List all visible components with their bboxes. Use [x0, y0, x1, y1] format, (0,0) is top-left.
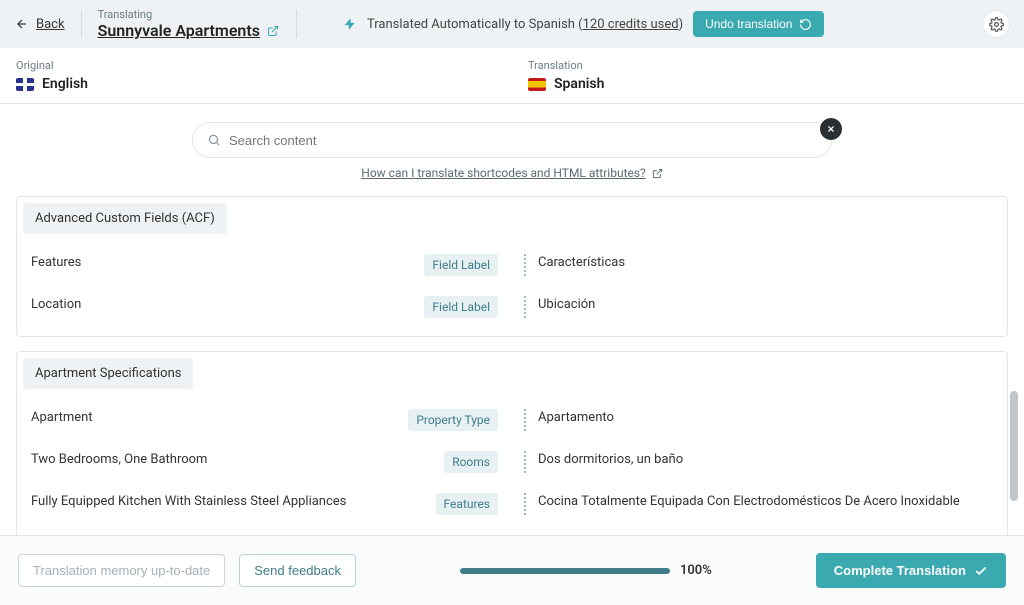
search-icon — [207, 133, 221, 147]
credits-used-link[interactable]: 120 credits used — [583, 17, 679, 32]
complete-translation-label: Complete Translation — [834, 563, 966, 578]
auto-translate-block: Translated Automatically to Spanish (120… — [343, 11, 825, 37]
search-field[interactable] — [192, 122, 832, 158]
divider — [296, 10, 297, 38]
column-divider — [524, 493, 526, 515]
target-text[interactable]: Cocina Totalmente Equipada Con Electrodo… — [538, 493, 993, 511]
translation-memory-label: Translation memory up-to-date — [33, 563, 210, 578]
field-tag: Rooms — [444, 451, 498, 473]
translation-row[interactable]: Apartment Property Type Apartamento — [17, 399, 1007, 441]
undo-label: Undo translation — [705, 17, 792, 31]
auto-translate-text: Translated Automatically to Spanish (120… — [367, 17, 683, 32]
translation-label: Translation — [528, 59, 1008, 72]
help-link[interactable]: How can I translate shortcodes and HTML … — [361, 166, 662, 180]
undo-translation-button[interactable]: Undo translation — [693, 11, 824, 37]
complete-translation-button[interactable]: Complete Translation — [816, 553, 1006, 588]
translating-label: Translating — [98, 8, 280, 21]
gear-icon — [989, 17, 1004, 32]
progress-wrap: 100% — [370, 563, 802, 578]
scrollbar[interactable] — [1008, 202, 1018, 517]
translation-row[interactable]: Features Field Label Características — [17, 244, 1007, 286]
original-language-name: English — [42, 76, 88, 92]
back-link[interactable]: Back — [14, 16, 65, 32]
progress-label: 100% — [680, 563, 712, 578]
field-group: Advanced Custom Fields (ACF) Features Fi… — [16, 196, 1008, 337]
check-icon — [974, 564, 988, 578]
translation-row[interactable]: Located in a vibrant neighborhood, this … — [17, 525, 1007, 535]
source-text: Fully Equipped Kitchen With Stainless St… — [31, 493, 426, 511]
divider — [81, 10, 82, 38]
auto-text-suffix: ) — [679, 17, 684, 32]
close-icon — [826, 124, 836, 134]
search-area: How can I translate shortcodes and HTML … — [0, 104, 1024, 184]
back-label: Back — [36, 17, 65, 32]
translation-row[interactable]: Two Bedrooms, One Bathroom Rooms Dos dor… — [17, 441, 1007, 483]
translation-row[interactable]: Fully Equipped Kitchen With Stainless St… — [17, 483, 1007, 525]
flag-es-icon — [528, 78, 546, 91]
progress-bar — [460, 568, 670, 574]
undo-icon — [798, 17, 812, 31]
column-divider — [524, 296, 526, 318]
search-input[interactable] — [229, 133, 817, 148]
field-tag: Features — [436, 493, 498, 515]
progress-fill — [460, 568, 670, 574]
translation-language-name: Spanish — [554, 76, 604, 92]
language-row: Original English Translation Spanish — [0, 48, 1024, 104]
page-title-link[interactable]: Sunnyvale Apartments — [98, 21, 260, 40]
column-divider — [524, 409, 526, 431]
help-text: How can I translate shortcodes and HTML … — [361, 166, 645, 180]
settings-button[interactable] — [982, 10, 1010, 38]
arrow-left-icon — [14, 16, 30, 32]
target-text[interactable]: Características — [538, 254, 993, 272]
target-text[interactable]: Dos dormitorios, un baño — [538, 451, 993, 469]
top-bar: Back Translating Sunnyvale Apartments Tr… — [0, 0, 1024, 48]
group-title: Advanced Custom Fields (ACF) — [23, 203, 227, 234]
translation-row[interactable]: Location Field Label Ubicación — [17, 286, 1007, 328]
original-language-block: Original English — [0, 48, 512, 103]
field-tag: Property Type — [408, 409, 498, 431]
external-link-icon[interactable] — [266, 24, 280, 38]
send-feedback-label: Send feedback — [254, 563, 341, 578]
auto-text-prefix: Translated Automatically to Spanish ( — [367, 17, 583, 32]
scrollbar-thumb[interactable] — [1010, 391, 1018, 501]
source-text: Features — [31, 254, 414, 272]
target-text[interactable]: Ubicación — [538, 296, 993, 314]
send-feedback-button[interactable]: Send feedback — [239, 554, 356, 587]
external-link-icon — [652, 168, 663, 179]
column-divider — [524, 451, 526, 473]
original-label: Original — [16, 59, 496, 72]
column-divider — [524, 254, 526, 276]
close-button[interactable] — [820, 118, 842, 140]
footer-bar: Translation memory up-to-date Send feedb… — [0, 535, 1024, 605]
source-text: Location — [31, 296, 414, 314]
bolt-icon — [343, 17, 357, 31]
field-tag: Field Label — [424, 254, 498, 276]
field-group: Apartment Specifications Apartment Prope… — [16, 351, 1008, 535]
title-block: Translating Sunnyvale Apartments — [98, 8, 280, 40]
translation-language-block: Translation Spanish — [512, 48, 1024, 103]
source-text: Two Bedrooms, One Bathroom — [31, 451, 434, 469]
field-tag: Field Label — [424, 296, 498, 318]
main-content: Advanced Custom Fields (ACF) Features Fi… — [0, 184, 1024, 535]
source-text: Apartment — [31, 409, 398, 427]
group-title: Apartment Specifications — [23, 358, 193, 389]
target-text[interactable]: Apartamento — [538, 409, 993, 427]
translation-memory-button: Translation memory up-to-date — [18, 554, 225, 587]
flag-uk-icon — [16, 78, 34, 91]
